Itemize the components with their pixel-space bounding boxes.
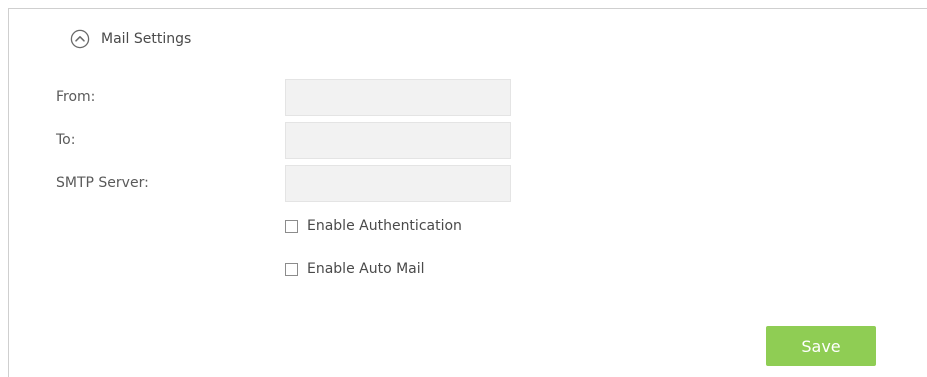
to-label: To: <box>56 132 76 148</box>
enable-auto-mail-checkbox[interactable] <box>285 262 298 276</box>
enable-authentication-checkbox[interactable] <box>285 219 298 233</box>
enable-auto-mail-label[interactable]: Enable Auto Mail <box>307 261 425 277</box>
from-input[interactable] <box>285 79 511 116</box>
smtp-server-input[interactable] <box>285 165 511 202</box>
section-title: Mail Settings <box>101 31 192 47</box>
chevron-up-circle-icon[interactable] <box>70 29 90 49</box>
enable-authentication-label[interactable]: Enable Authentication <box>307 218 462 234</box>
from-label: From: <box>56 89 96 105</box>
enable-auto-mail-option[interactable]: Enable Auto Mail <box>285 261 425 277</box>
save-button[interactable]: Save <box>766 326 876 366</box>
smtp-server-label: SMTP Server: <box>56 175 149 191</box>
enable-authentication-option[interactable]: Enable Authentication <box>285 218 462 234</box>
mail-settings-header[interactable]: Mail Settings <box>70 27 191 51</box>
to-input[interactable] <box>285 122 511 159</box>
